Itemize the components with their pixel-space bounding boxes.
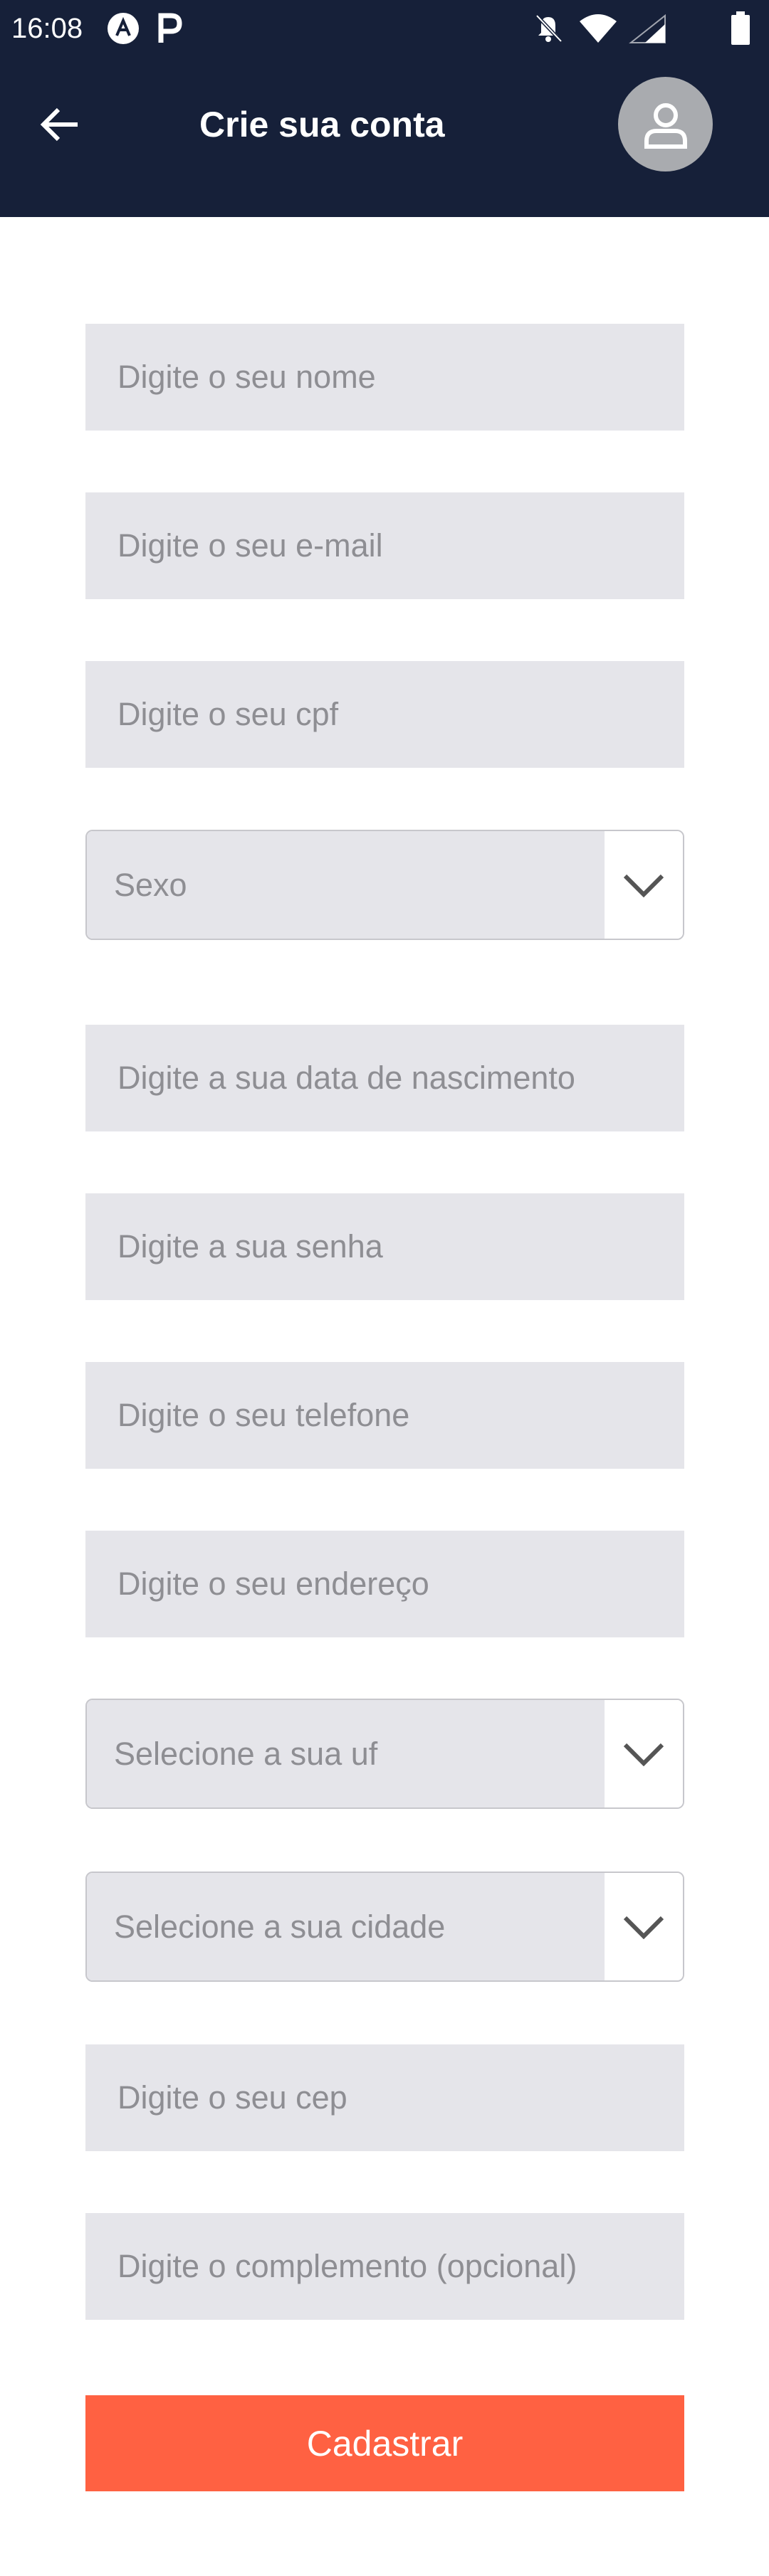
cpf-field xyxy=(85,661,684,768)
app-a-icon xyxy=(105,9,141,48)
cep-input[interactable] xyxy=(117,2044,684,2151)
chevron-down-icon xyxy=(623,1743,664,1766)
state-select-value: Selecione a sua uf xyxy=(87,1700,605,1807)
notifications-off-icon xyxy=(530,9,566,48)
complement-field xyxy=(85,2213,684,2320)
app-p-icon xyxy=(155,9,184,48)
wifi-icon xyxy=(577,9,619,48)
status-bar: 16:08 xyxy=(0,0,769,57)
password-input[interactable] xyxy=(117,1193,684,1300)
city-select-value: Selecione a sua cidade xyxy=(87,1873,605,1980)
state-select[interactable]: Selecione a sua uf xyxy=(85,1699,684,1809)
cep-field xyxy=(85,2044,684,2151)
chevron-down-icon xyxy=(623,1916,664,1939)
birthdate-input[interactable] xyxy=(117,1025,684,1131)
birthdate-field xyxy=(85,1025,684,1131)
gender-select-arrow[interactable] xyxy=(605,831,683,939)
address-input[interactable] xyxy=(117,1531,684,1637)
user-icon xyxy=(644,102,687,149)
avatar[interactable] xyxy=(618,77,713,171)
app-header: 16:08 Crie sua conta xyxy=(0,0,769,217)
phone-field xyxy=(85,1362,684,1469)
state-select-arrow[interactable] xyxy=(605,1700,683,1807)
city-select[interactable]: Selecione a sua cidade xyxy=(85,1872,684,1982)
signal-icon xyxy=(627,9,669,48)
register-button[interactable]: Cadastrar xyxy=(85,2395,684,2491)
gender-select-value: Sexo xyxy=(87,831,605,939)
email-field xyxy=(85,492,684,599)
status-time: 16:08 xyxy=(11,13,83,44)
name-input[interactable] xyxy=(117,324,684,431)
back-button[interactable] xyxy=(28,96,93,153)
complement-input[interactable] xyxy=(117,2213,684,2320)
gender-select[interactable]: Sexo xyxy=(85,830,684,940)
email-input[interactable] xyxy=(117,492,684,599)
battery-icon xyxy=(719,9,762,48)
city-select-arrow[interactable] xyxy=(605,1873,683,1980)
page-title: Crie sua conta xyxy=(199,105,445,144)
password-field xyxy=(85,1193,684,1300)
chevron-down-icon xyxy=(623,874,664,897)
address-field xyxy=(85,1531,684,1637)
arrow-left-icon xyxy=(40,107,78,142)
cpf-input[interactable] xyxy=(117,661,684,768)
phone-input[interactable] xyxy=(117,1362,684,1469)
name-field xyxy=(85,324,684,431)
